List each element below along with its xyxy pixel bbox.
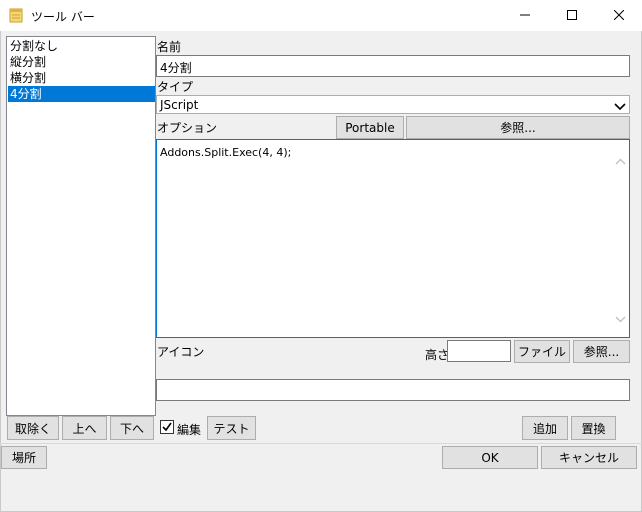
icon-browse-button[interactable]: 参照... bbox=[573, 340, 630, 363]
chevron-up-icon[interactable] bbox=[615, 154, 626, 168]
notepad-icon bbox=[9, 8, 23, 23]
list-item[interactable]: 横分割 bbox=[8, 70, 155, 86]
icon-path-field[interactable] bbox=[156, 379, 630, 401]
edit-checkbox-label[interactable]: 編集 bbox=[177, 421, 201, 438]
code-text: Addons.Split.Exec(4, 4); bbox=[160, 146, 292, 159]
replace-button[interactable]: 置換 bbox=[571, 416, 616, 440]
close-icon bbox=[613, 9, 625, 23]
minimize-icon bbox=[520, 9, 530, 23]
close-button[interactable] bbox=[596, 0, 642, 31]
toolbar-item-list[interactable]: 分割なし 縦分割 横分割 4分割 bbox=[6, 36, 156, 416]
icon-label: アイコン bbox=[157, 345, 205, 359]
move-down-button[interactable]: 下へ bbox=[110, 416, 154, 440]
file-button[interactable]: ファイル bbox=[514, 340, 570, 363]
title-bar: ツール バー bbox=[0, 0, 642, 31]
list-item[interactable]: 分割なし bbox=[8, 38, 155, 54]
portable-button[interactable]: Portable bbox=[336, 116, 404, 139]
test-button[interactable]: テスト bbox=[207, 416, 256, 440]
remove-button[interactable]: 取除く bbox=[7, 416, 59, 440]
code-editor[interactable]: Addons.Split.Exec(4, 4); bbox=[156, 139, 630, 338]
height-label: 高さ bbox=[425, 348, 450, 362]
name-value: 4分割 bbox=[160, 61, 192, 75]
divider bbox=[0, 443, 642, 444]
chevron-down-icon[interactable] bbox=[615, 312, 626, 326]
option-label: オプション bbox=[157, 121, 218, 135]
name-label: 名前 bbox=[157, 40, 182, 54]
name-field[interactable]: 4分割 bbox=[156, 55, 630, 77]
height-input[interactable] bbox=[447, 340, 511, 362]
maximize-icon bbox=[567, 9, 577, 23]
cancel-button[interactable]: キャンセル bbox=[541, 446, 637, 469]
type-label: タイプ bbox=[157, 80, 194, 94]
maximize-button[interactable] bbox=[549, 0, 595, 31]
ok-button[interactable]: OK bbox=[442, 446, 538, 469]
type-select[interactable]: JScript bbox=[156, 95, 630, 114]
edit-checkbox[interactable] bbox=[160, 420, 174, 434]
minimize-button[interactable] bbox=[502, 0, 548, 31]
type-value: JScript bbox=[160, 98, 199, 112]
location-button[interactable]: 場所 bbox=[1, 446, 47, 469]
browse-button[interactable]: 参照... bbox=[406, 116, 630, 139]
add-button[interactable]: 追加 bbox=[522, 416, 568, 440]
window-title: ツール バー bbox=[31, 10, 95, 24]
list-item-selected[interactable]: 4分割 bbox=[8, 86, 155, 102]
list-item[interactable]: 縦分割 bbox=[8, 54, 155, 70]
chevron-down-icon bbox=[614, 100, 626, 114]
move-up-button[interactable]: 上へ bbox=[62, 416, 107, 440]
scrollbar[interactable] bbox=[612, 140, 629, 337]
